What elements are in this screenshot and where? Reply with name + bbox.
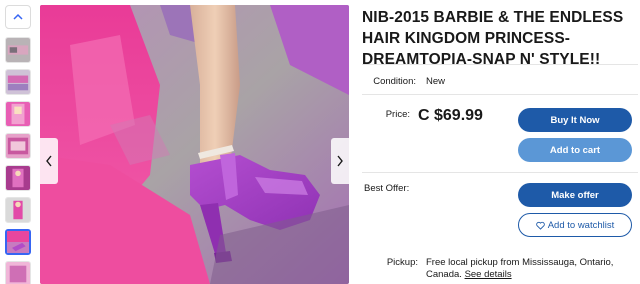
- price-value: C $69.99: [418, 107, 483, 124]
- chevron-up-icon: [13, 13, 23, 20]
- pickup-info: Free local pickup from Mississauga, Onta…: [426, 257, 636, 281]
- listing-title: NIB-2015 BARBIE & THE ENDLESS HAIR KINGD…: [362, 9, 624, 68]
- thumbnail-3[interactable]: [5, 101, 31, 127]
- make-offer-button[interactable]: Make offer: [518, 183, 632, 207]
- add-to-watchlist-button[interactable]: Add to watchlist: [518, 213, 632, 237]
- price-label: Price:: [385, 109, 410, 120]
- see-details-link[interactable]: See details: [465, 269, 512, 280]
- next-image-button[interactable]: [331, 138, 349, 184]
- thumbnail-1[interactable]: [5, 37, 31, 63]
- heart-icon: [535, 221, 545, 230]
- pickup-label: Pickup:: [386, 257, 418, 268]
- add-to-cart-button[interactable]: Add to cart: [518, 138, 632, 162]
- main-product-image[interactable]: [40, 5, 349, 284]
- previous-image-button[interactable]: [40, 138, 58, 184]
- best-offer-label: Best Offer:: [364, 183, 410, 194]
- pickup-value: Free local pickup from Mississauga, Onta…: [426, 257, 614, 280]
- product-photo: [40, 5, 349, 284]
- thumbnail-5[interactable]: [5, 165, 31, 191]
- condition-label: Condition:: [373, 76, 416, 87]
- divider: [362, 64, 638, 65]
- chevron-right-icon: [337, 155, 343, 167]
- divider: [362, 172, 638, 173]
- thumbnail-8[interactable]: [5, 261, 31, 284]
- thumbnail-2[interactable]: [5, 69, 31, 95]
- chevron-left-icon: [46, 155, 52, 167]
- thumbnail-7-selected[interactable]: [5, 229, 31, 255]
- thumbnail-scroll-up-button[interactable]: [5, 5, 31, 29]
- condition-value: New: [426, 76, 446, 87]
- thumbnail-4[interactable]: [5, 133, 31, 159]
- thumbnail-strip: [2, 5, 32, 284]
- thumbnail-6[interactable]: [5, 197, 31, 223]
- add-to-watchlist-label: Add to watchlist: [547, 219, 615, 231]
- buy-it-now-button[interactable]: Buy It Now: [518, 108, 632, 132]
- divider: [362, 94, 638, 95]
